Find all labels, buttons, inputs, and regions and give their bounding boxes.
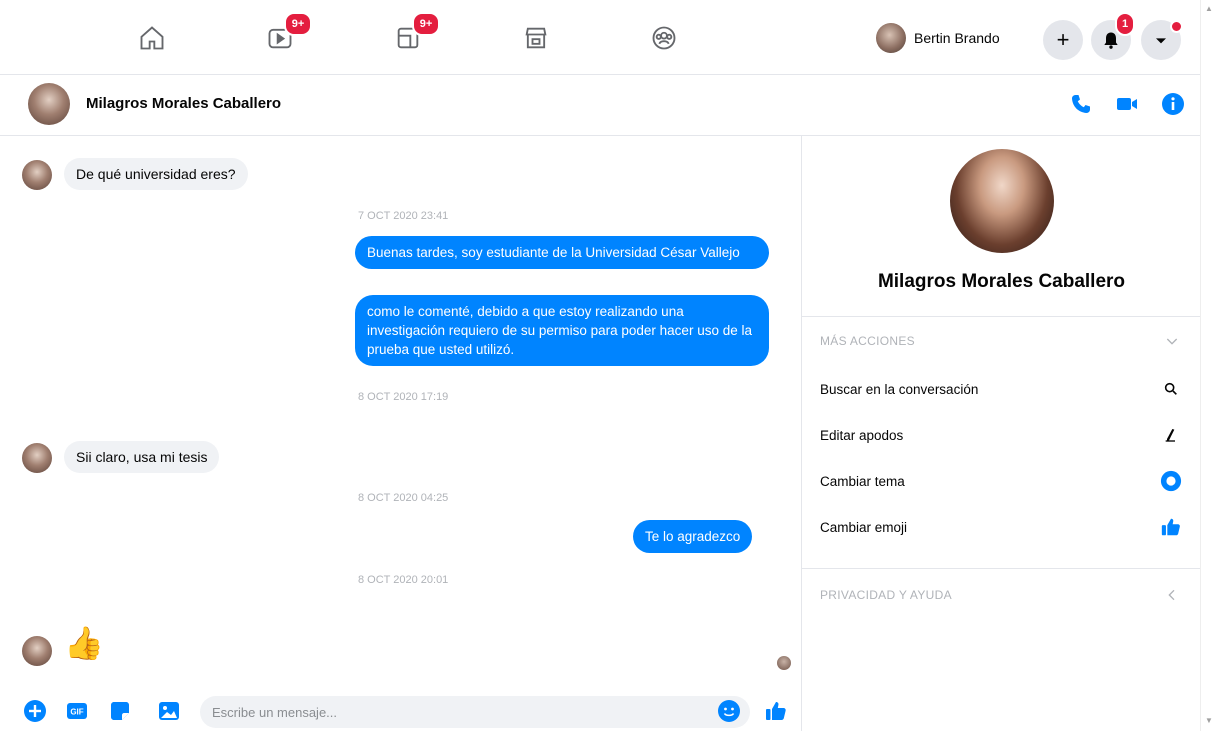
menu-alert-dot (1170, 20, 1183, 33)
image-icon[interactable] (156, 698, 182, 724)
top-navigation-bar: 9+ 9+ Bertin Brando + 1 (0, 0, 1215, 75)
avatar (876, 23, 906, 53)
search-conversation-action[interactable]: Buscar en la conversación (820, 374, 1182, 404)
contact-name[interactable]: Milagros Morales Caballero (86, 95, 281, 112)
video-call-icon[interactable] (1114, 91, 1140, 117)
timestamp: 8 OCT 2020 04:25 (358, 492, 449, 504)
divider (802, 316, 1201, 317)
window-scrollbar[interactable]: ▲ ▼ (1200, 0, 1215, 731)
account-menu-button[interactable] (1141, 20, 1183, 60)
create-button[interactable]: + (1043, 20, 1083, 60)
action-label: Buscar en la conversación (820, 381, 979, 397)
timestamp: 8 OCT 2020 20:01 (358, 574, 449, 586)
outgoing-message[interactable]: Te lo agradezco (633, 520, 753, 553)
incoming-message[interactable]: Sii claro, usa mi tesis (64, 441, 220, 473)
thumbs-up-icon[interactable] (763, 698, 789, 724)
pencil-icon (1160, 424, 1182, 446)
profile-photo[interactable] (950, 149, 1054, 253)
info-icon[interactable] (1160, 91, 1186, 117)
thumbs-up-icon (1160, 516, 1182, 538)
message-thread[interactable]: De qué universidad eres? 7 OCT 2020 23:4… (0, 136, 800, 696)
profile-name: Milagros Morales Caballero (877, 271, 1126, 292)
section-title: PRIVACIDAD Y AYUDA (820, 588, 952, 602)
outgoing-message[interactable]: como le comenté, debido a que estoy real… (355, 295, 769, 366)
profile-shortcut[interactable]: Bertin Brando (876, 20, 1000, 56)
scroll-down-arrow-icon[interactable]: ▼ (1205, 716, 1213, 725)
conversation-header: Milagros Morales Caballero (0, 75, 1200, 136)
change-theme-action[interactable]: Cambiar tema (820, 466, 1182, 496)
outgoing-message[interactable]: Buenas tardes, soy estudiante de la Univ… (355, 236, 769, 269)
timestamp: 8 OCT 2020 17:19 (358, 391, 449, 403)
avatar (22, 443, 52, 473)
section-title: MÁS ACCIONES (820, 334, 915, 348)
groups-icon[interactable] (646, 20, 682, 56)
edit-nicknames-action[interactable]: Editar apodos (820, 420, 1182, 450)
avatar (22, 636, 52, 666)
marketplace-icon[interactable] (518, 20, 554, 56)
home-icon[interactable] (134, 20, 170, 56)
divider (802, 568, 1201, 569)
seen-indicator-avatar (777, 656, 791, 670)
search-icon (1160, 378, 1182, 400)
section-more-actions[interactable]: MÁS ACCIONES (820, 326, 1180, 356)
pages-icon[interactable]: 9+ (390, 12, 440, 56)
avatar (22, 160, 52, 190)
contact-avatar[interactable] (28, 83, 70, 125)
caret-down-icon (1156, 38, 1166, 44)
action-label: Editar apodos (820, 427, 904, 443)
watch-badge: 9+ (284, 12, 312, 36)
plus-icon: + (1056, 27, 1070, 52)
thumbs-up-message[interactable]: 👍 (64, 624, 104, 662)
plus-circle-icon[interactable] (22, 698, 48, 724)
watch-icon[interactable]: 9+ (262, 12, 312, 56)
conversation-info-panel: Milagros Morales Caballero MÁS ACCIONES … (801, 136, 1201, 731)
theme-icon (1160, 470, 1182, 492)
timestamp: 7 OCT 2020 23:41 (358, 210, 449, 222)
scroll-up-arrow-icon[interactable]: ▲ (1205, 4, 1213, 13)
pages-badge: 9+ (412, 12, 440, 36)
emoji-icon[interactable] (716, 698, 742, 724)
sticker-icon[interactable] (107, 698, 133, 724)
chevron-down-icon (1166, 338, 1178, 345)
message-composer: GIF (0, 696, 800, 731)
change-emoji-action[interactable]: Cambiar emoji (820, 512, 1182, 542)
action-label: Cambiar tema (820, 473, 905, 489)
action-label: Cambiar emoji (820, 519, 908, 535)
notifications-button[interactable]: 1 (1091, 12, 1135, 60)
gif-icon[interactable]: GIF (64, 698, 90, 724)
incoming-message[interactable]: De qué universidad eres? (64, 158, 248, 190)
chevron-left-icon (1168, 589, 1175, 601)
phone-icon[interactable] (1068, 91, 1094, 117)
svg-text:GIF: GIF (70, 708, 83, 717)
section-privacy-help[interactable]: PRIVACIDAD Y AYUDA (820, 580, 1180, 610)
notifications-badge: 1 (1115, 12, 1135, 36)
user-name: Bertin Brando (914, 30, 1000, 46)
message-input[interactable] (200, 696, 750, 728)
